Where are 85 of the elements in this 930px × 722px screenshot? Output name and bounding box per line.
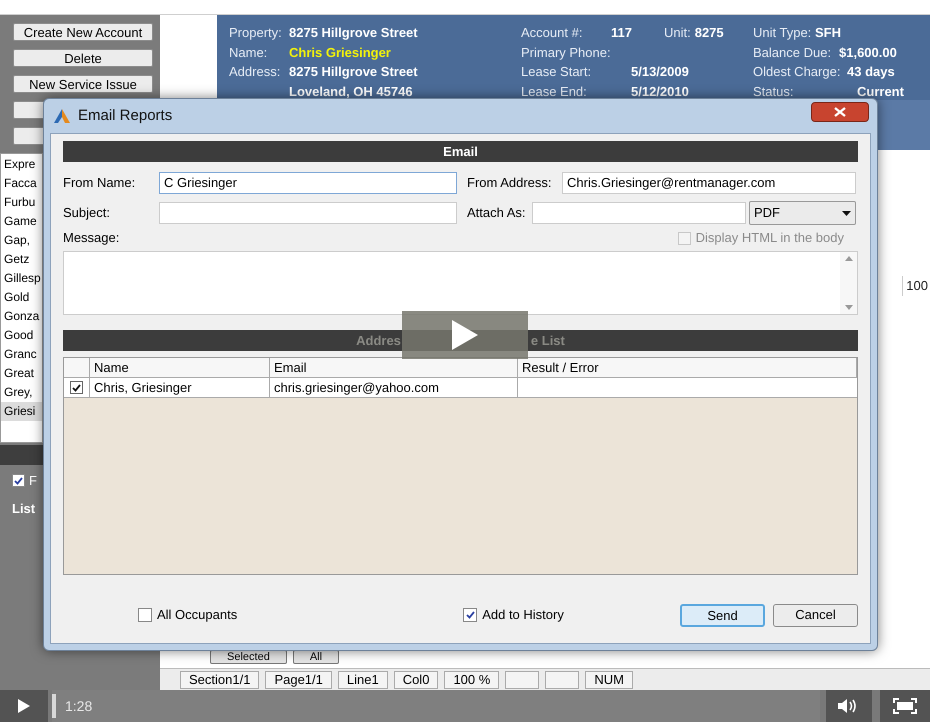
field-value: 8275 Hillgrove Street (289, 24, 418, 42)
checkbox-label: Add to History (482, 606, 564, 624)
status-panel: Line1 (338, 670, 388, 688)
app-logo-icon (54, 109, 70, 123)
check-icon (14, 476, 23, 485)
play-icon (18, 699, 30, 713)
play-icon (452, 320, 478, 350)
checkbox[interactable] (463, 608, 478, 622)
status-panel: Page1/1 (265, 670, 332, 688)
side-button[interactable]: Create New Account (13, 23, 153, 41)
field-value: Loveland, OH 45746 (289, 82, 413, 100)
field-label: Balance Due: (753, 44, 832, 62)
field-value: 117 (611, 24, 632, 42)
filter-label: F (29, 472, 37, 490)
field-label: Unit: (664, 24, 691, 42)
section-header: Email (63, 141, 858, 162)
checkbox-label: Display HTML in the body (696, 229, 844, 248)
table-cell: Chris, Griesinger (90, 378, 270, 397)
tenant-list-item[interactable]: Griesi (1, 402, 42, 421)
field-label: Property: (229, 24, 283, 42)
field-label: Lease End: (521, 82, 588, 100)
field-value: 5/12/2010 (631, 82, 689, 100)
field-label: Message: (63, 229, 120, 248)
check-icon (466, 611, 475, 619)
time-label: 1:28 (65, 696, 92, 716)
field-label: Subject: (63, 204, 111, 222)
status-panel: NUM (585, 670, 633, 688)
format-dropdown[interactable]: PDF (749, 201, 856, 225)
field-label: Name: (229, 44, 268, 62)
window-title: Email Reports (78, 106, 172, 126)
status-panel: 100 % (444, 670, 500, 688)
field-label: From Name: (63, 174, 136, 192)
close-button[interactable] (811, 102, 869, 122)
field-label: Attach As: (467, 204, 527, 222)
field-value: 5/13/2009 (631, 63, 689, 81)
section-title: Addres (356, 332, 401, 350)
field-value: Chris Griesinger (289, 44, 391, 62)
checkbox-label: All Occupants (157, 606, 238, 624)
field-label: Lease Start: (521, 63, 592, 81)
column-header[interactable]: Name (94, 358, 129, 378)
field-value: 8275 Hillgrove Street (289, 63, 418, 81)
checkbox[interactable] (138, 608, 152, 622)
scroll-up-icon[interactable] (844, 256, 852, 261)
field-label: Account #: (521, 24, 584, 42)
column-header[interactable]: Result / Error (522, 358, 599, 378)
side-button[interactable]: New Service Issue (13, 75, 153, 93)
cancel-button[interactable]: Cancel (773, 604, 858, 626)
field-value: SFH (815, 24, 841, 42)
play-button[interactable] (0, 690, 48, 722)
check-icon (72, 384, 81, 392)
field-value: Current (857, 82, 904, 100)
table-cell: chris.griesinger@yahoo.com (270, 378, 518, 397)
column-header[interactable]: Email (274, 358, 307, 378)
field-label: Status: (753, 82, 794, 100)
field-value: 8275 (694, 24, 724, 42)
input-field[interactable]: Chris.Griesinger@rentmanager.com (562, 172, 856, 194)
field-value: 43 days (847, 63, 895, 81)
input-field[interactable]: C Griesinger (159, 172, 457, 194)
tab[interactable]: All (292, 650, 340, 664)
section-title: e List (530, 332, 565, 350)
side-button[interactable]: Delete (13, 49, 153, 67)
zoom-field[interactable]: 100 (902, 276, 930, 296)
caret-icon (842, 210, 851, 216)
field-label: From Address: (467, 174, 553, 192)
field-label: Address: (229, 63, 282, 81)
scrollbar[interactable] (840, 252, 857, 314)
fullscreen-icon (893, 698, 917, 714)
tab[interactable]: Selected (210, 650, 287, 664)
status-panel: Col0 (394, 670, 438, 688)
play-overlay-button[interactable] (402, 311, 528, 359)
fullscreen-button[interactable] (880, 690, 930, 722)
status-panel: Section1/1 (180, 670, 260, 688)
checkbox[interactable] (12, 474, 25, 488)
input-field[interactable] (532, 202, 746, 224)
close-icon (834, 107, 846, 117)
field-label: Primary Phone: (521, 44, 612, 62)
field-value: $1,600.00 (839, 44, 897, 62)
send-button[interactable]: Send (680, 604, 765, 626)
input-field[interactable] (159, 202, 457, 224)
list-label: List (11, 500, 36, 518)
checkbox[interactable] (70, 381, 83, 394)
scroll-down-icon[interactable] (844, 305, 852, 310)
field-label: Unit Type: (753, 24, 812, 42)
volume-button[interactable] (826, 690, 872, 722)
field-label: Oldest Charge: (753, 63, 842, 81)
